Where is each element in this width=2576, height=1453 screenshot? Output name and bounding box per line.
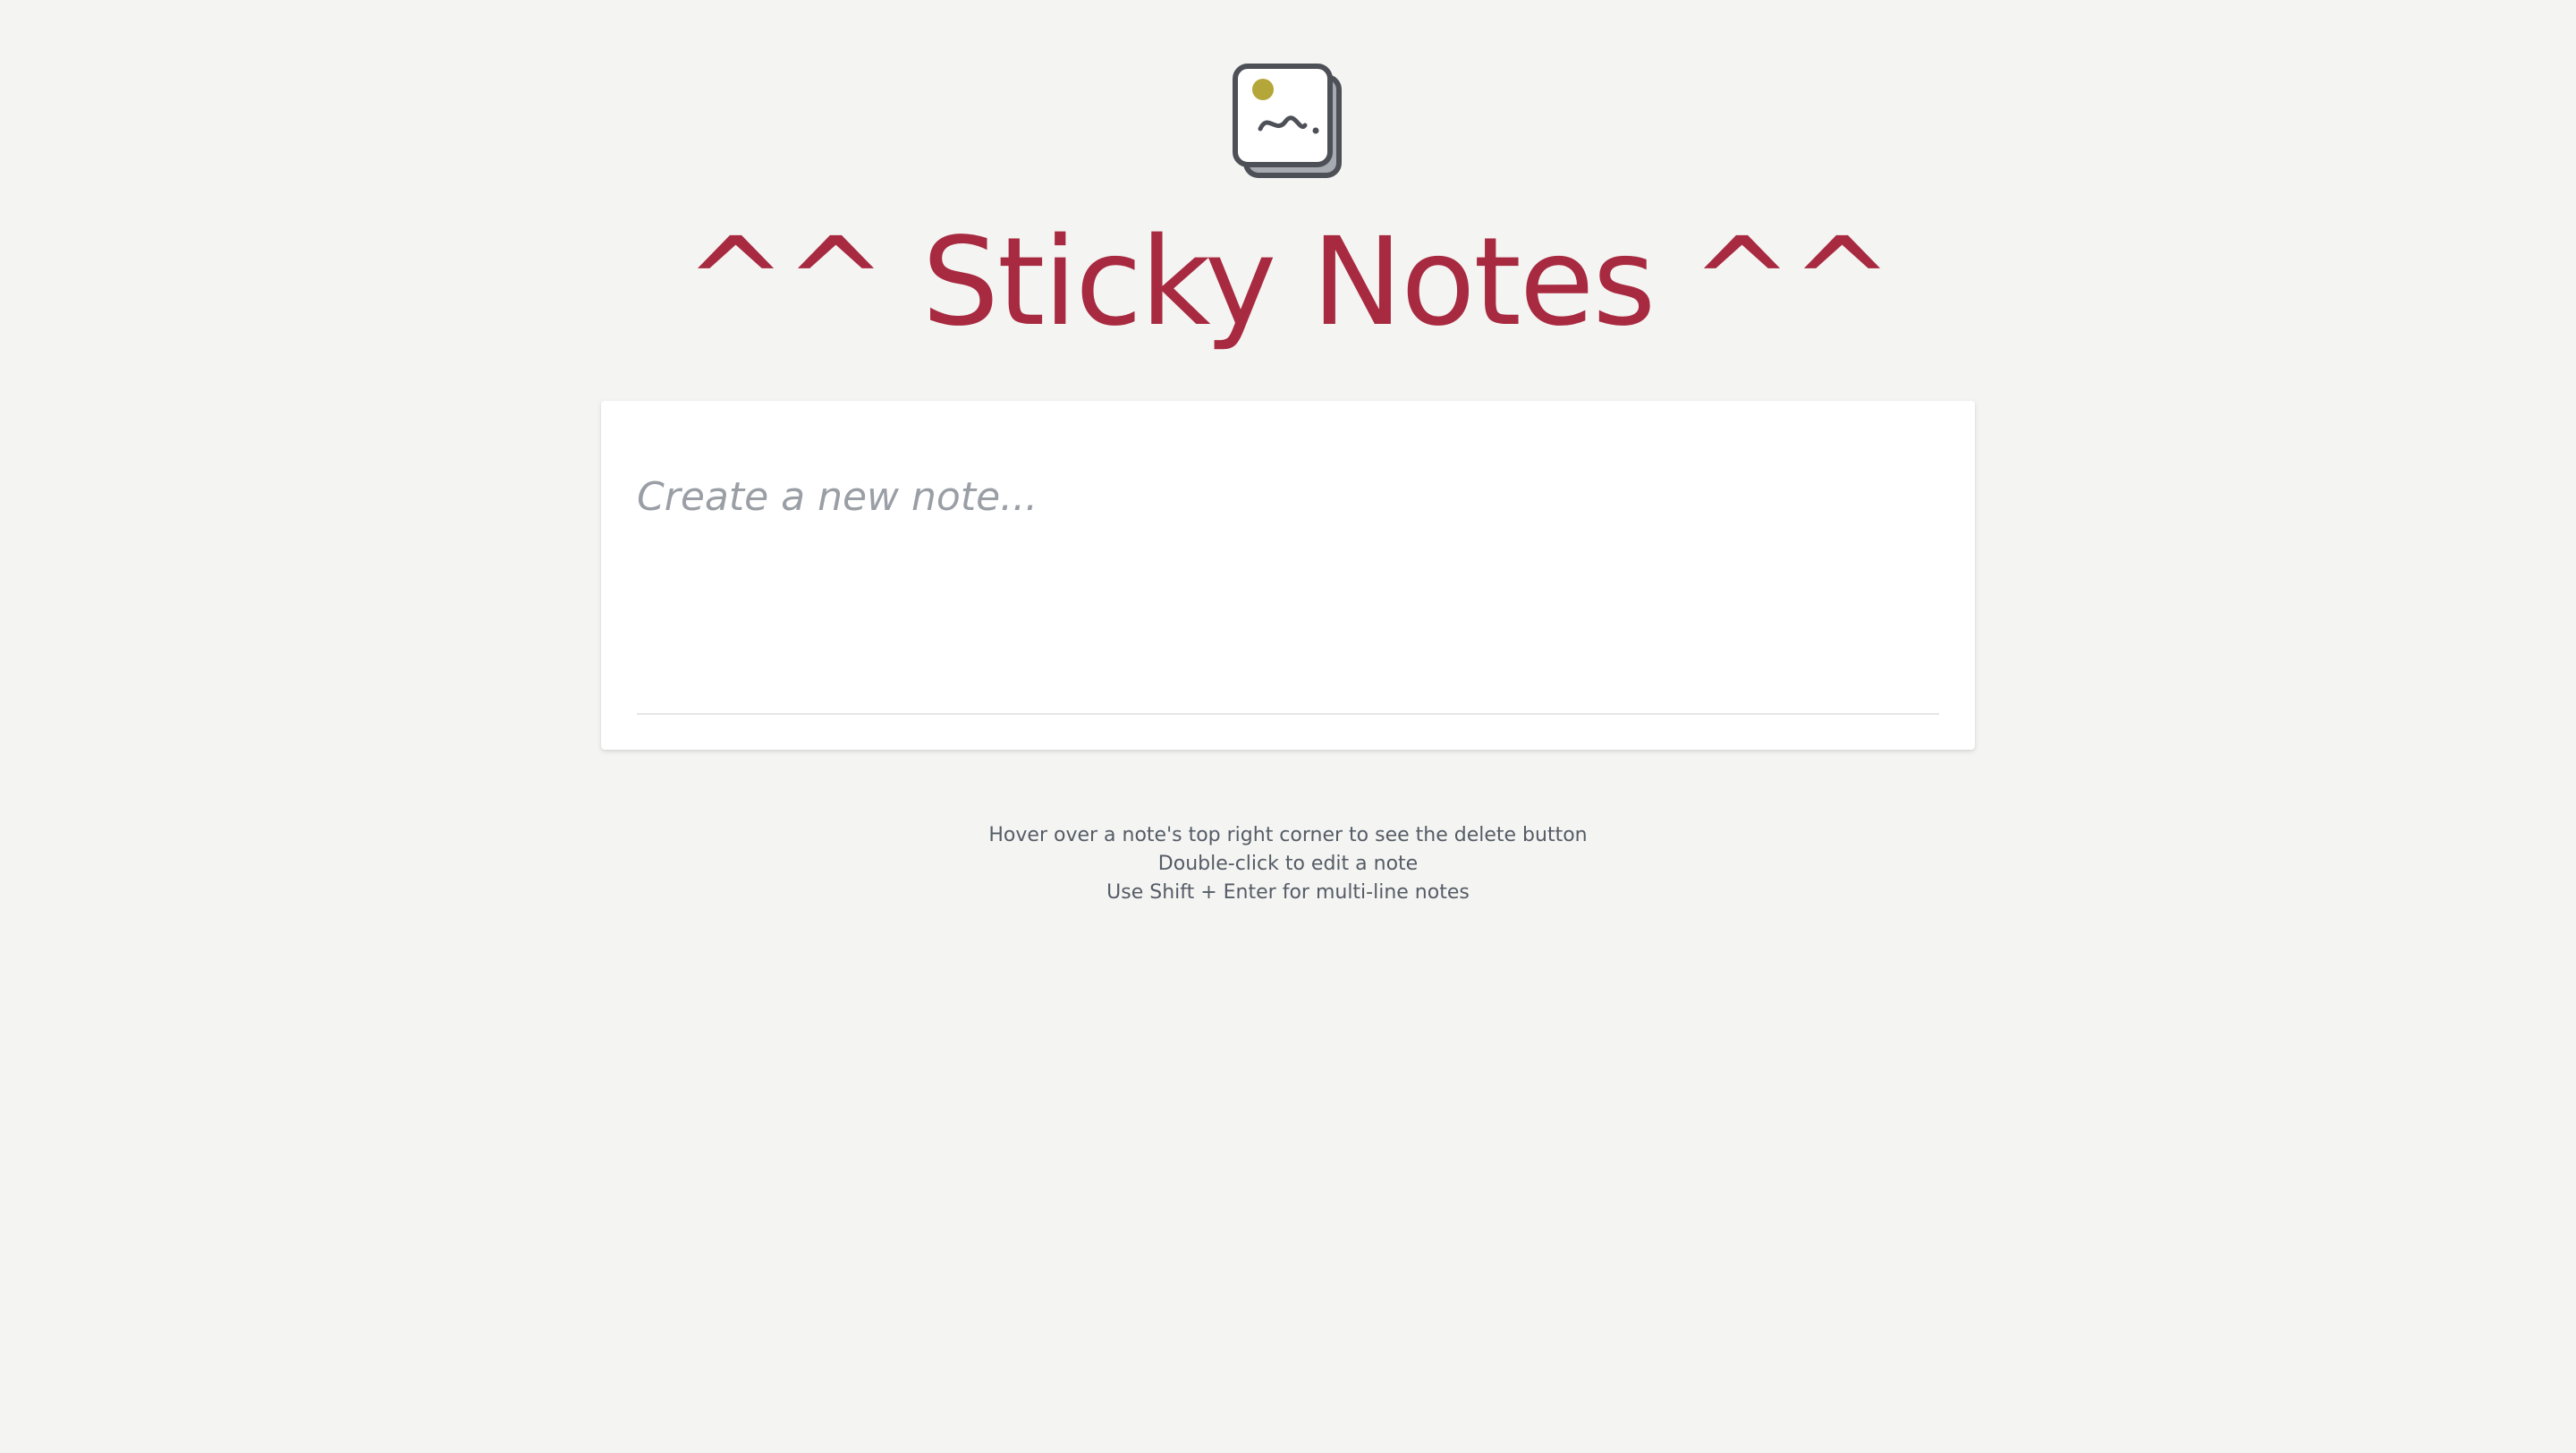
page-title: ^^ Sticky Notes ^^	[684, 212, 1894, 353]
new-note-input[interactable]	[637, 469, 1939, 657]
logo-dot	[1252, 79, 1274, 100]
usage-tips: Hover over a note's top right corner to …	[0, 821, 2576, 907]
tip-multiline: Use Shift + Enter for multi-line notes	[1106, 881, 1470, 904]
new-note-card	[601, 401, 1975, 750]
tip-edit: Double-click to edit a note	[1157, 853, 1419, 875]
sticky-note-icon	[1233, 64, 1342, 178]
card-divider	[637, 713, 1939, 715]
tip-delete: Hover over a note's top right corner to …	[988, 824, 1588, 846]
